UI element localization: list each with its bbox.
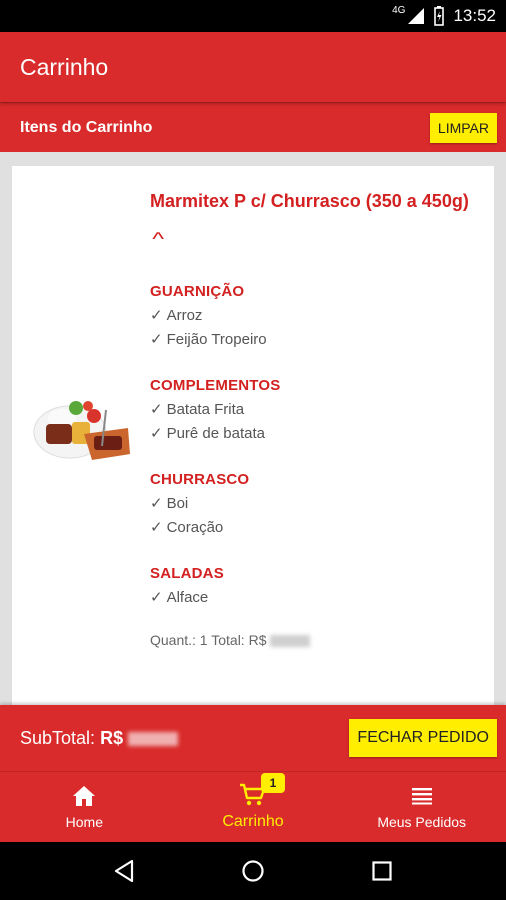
- blurred-price: [270, 635, 311, 648]
- check-icon: ✓: [150, 307, 163, 324]
- group-title: COMPLEMENTOS: [150, 377, 281, 394]
- nav-label-home: Home: [65, 814, 104, 830]
- nav-item-home[interactable]: Home: [0, 772, 169, 842]
- option-group: GUARNIÇÃO ✓ Arroz ✓ Feijão Tropeiro: [150, 280, 480, 352]
- subtotal-currency: R$: [100, 727, 124, 748]
- item-quantity-total: Quant.: 1 Total: R$: [150, 632, 480, 648]
- item-details: Marmitex P c/ Churrasco (350 a 450g) ^ G…: [150, 182, 480, 648]
- clock: 13:52: [453, 6, 496, 25]
- nav-label-cart: Carrinho: [222, 813, 284, 830]
- option-group: SALADAS ✓ Alface: [150, 562, 480, 610]
- check-icon: ✓: [150, 425, 163, 442]
- subtotal-label: SubTotal:: [20, 727, 96, 748]
- blurred-subtotal: [128, 731, 179, 746]
- home-icon: [73, 786, 96, 806]
- cart-badge: 1: [261, 773, 285, 793]
- check-icon: ✓: [150, 331, 163, 348]
- list-icon: [411, 788, 432, 805]
- cart-item-card: Marmitex P c/ Churrasco (350 a 450g) ^ G…: [12, 166, 494, 705]
- option-group: COMPLEMENTOS ✓ Batata Frita ✓ Purê de bata…: [150, 374, 480, 446]
- nav-item-orders[interactable]: Meus Pedidos: [337, 772, 506, 842]
- option-group: CHURRASCO ✓ Boi ✓ Coração: [150, 468, 480, 540]
- app-bar: Carrinho: [0, 32, 506, 102]
- option-item: ✓ Boi: [150, 495, 189, 512]
- group-title: GUARNIÇÃO: [150, 283, 245, 300]
- cart-header-title: Itens do Carrinho: [20, 118, 153, 136]
- page-title: Carrinho: [20, 53, 109, 80]
- system-nav-bar: [0, 842, 506, 900]
- item-name[interactable]: Marmitex P c/ Churrasco (350 a 450g) ^: [150, 182, 480, 258]
- recents-icon[interactable]: [371, 860, 393, 882]
- check-icon: ✓: [150, 519, 163, 536]
- status-bar: 4G 13:52: [0, 0, 506, 32]
- signal-icon: [408, 8, 425, 24]
- check-icon: ✓: [150, 401, 163, 418]
- option-item: ✓ Arroz: [150, 307, 203, 324]
- bottom-nav: Home 1 Carrinho Meus Pedidos: [0, 771, 506, 842]
- cart-list[interactable]: Marmitex P c/ Churrasco (350 a 450g) ^ G…: [0, 152, 506, 705]
- subtotal: SubTotal: R$: [20, 727, 179, 749]
- back-icon[interactable]: [113, 859, 135, 883]
- group-title: CHURRASCO: [150, 471, 250, 488]
- food-plate-image: [33, 401, 130, 460]
- nav-label-orders: Meus Pedidos: [377, 814, 467, 830]
- chevron-up-icon[interactable]: ^: [152, 220, 164, 258]
- clear-cart-button[interactable]: LIMPAR: [429, 112, 497, 143]
- network-type: 4G: [392, 4, 406, 16]
- checkout-button[interactable]: FECHAR PEDIDO: [349, 719, 497, 757]
- option-item: ✓ Purê de batata: [150, 425, 265, 442]
- quantity-label: Quant.: 1 Total: R$: [150, 632, 267, 648]
- nav-item-cart[interactable]: 1 Carrinho: [169, 772, 338, 842]
- option-item: ✓ Alface: [150, 589, 209, 606]
- option-item: ✓ Coração: [150, 519, 224, 536]
- option-item: ✓ Feijão Tropeiro: [150, 331, 267, 348]
- item-name-text: Marmitex P c/ Churrasco (350 a 450g): [150, 191, 469, 211]
- cart-header: Itens do Carrinho LIMPAR: [0, 102, 506, 152]
- subtotal-bar: SubTotal: R$ FECHAR PEDIDO: [0, 705, 506, 771]
- battery-icon: [434, 6, 445, 26]
- check-icon: ✓: [150, 495, 163, 512]
- group-title: SALADAS: [150, 565, 224, 582]
- home-circle-icon[interactable]: [241, 859, 265, 883]
- check-icon: ✓: [150, 589, 163, 606]
- option-item: ✓ Batata Frita: [150, 401, 245, 418]
